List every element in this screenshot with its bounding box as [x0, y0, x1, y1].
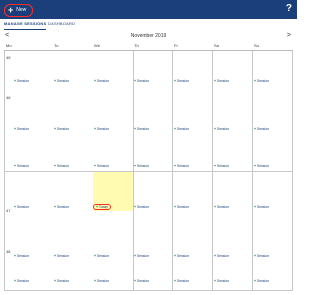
month-title: November 2019 [130, 33, 167, 39]
add-session-link[interactable]: + Session [134, 279, 149, 283]
add-session-link[interactable]: + Session [14, 164, 29, 168]
weekday-label: Mo [6, 43, 12, 48]
grid-line [4, 171, 293, 172]
add-session-link[interactable]: + Session [14, 79, 29, 83]
new-button[interactable]: + New [4, 4, 34, 17]
add-session-link[interactable]: + Session [94, 254, 109, 258]
add-session-link[interactable]: + Session [254, 205, 269, 209]
add-session-link[interactable]: + Session [134, 205, 149, 209]
add-session-link[interactable]: + Session [254, 127, 269, 131]
weekday-label: Su [254, 43, 259, 48]
add-session-link[interactable]: + Session [174, 79, 189, 83]
add-session-link[interactable]: + Session [54, 254, 69, 258]
week-number: 48 [6, 249, 11, 254]
add-session-link[interactable]: + Session [254, 79, 269, 83]
add-session-link[interactable]: + Session [94, 127, 109, 131]
plus-icon: + [8, 5, 14, 15]
grid-line [4, 290, 293, 291]
tab-bar: MANAGE SESSIONS DASHBOARD [0, 19, 297, 30]
today-session-link[interactable]: + Today [93, 204, 111, 210]
add-session-link[interactable]: + Session [254, 279, 269, 283]
add-session-link[interactable]: + Session [134, 79, 149, 83]
weekday-label: We [94, 43, 100, 48]
add-session-link[interactable]: + Session [94, 79, 109, 83]
weekday-label: Tu [54, 43, 59, 48]
add-session-link[interactable]: + Session [54, 79, 69, 83]
add-session-link[interactable]: + Session [254, 254, 269, 258]
add-session-link[interactable]: + Session [54, 164, 69, 168]
add-session-link[interactable]: + Session [134, 164, 149, 168]
weekday-label: Th [134, 43, 139, 48]
new-button-label: New [16, 7, 27, 13]
add-session-link[interactable]: + Session [134, 127, 149, 131]
add-session-link[interactable]: + Session [94, 279, 109, 283]
add-session-link[interactable]: + Session [254, 164, 269, 168]
month-navigation: < November 2019 > [0, 31, 297, 41]
calendar-grid: 45 46 47 48 + Session + Session + Sessio… [4, 50, 293, 291]
add-session-link[interactable]: + Session [214, 279, 229, 283]
top-bar: + New ? [0, 0, 297, 19]
add-session-link[interactable]: + Session [214, 254, 229, 258]
add-session-link[interactable]: + Session [14, 127, 29, 131]
add-session-link[interactable]: + Session [214, 79, 229, 83]
add-session-link[interactable]: + Session [174, 254, 189, 258]
add-session-link[interactable]: + Session [214, 127, 229, 131]
add-session-link[interactable]: + Session [174, 164, 189, 168]
add-session-link[interactable]: + Session [14, 254, 29, 258]
add-session-link[interactable]: + Session [54, 279, 69, 283]
add-session-link[interactable]: + Session [174, 205, 189, 209]
weekday-label: Sa [214, 43, 219, 48]
add-session-link[interactable]: + Session [14, 205, 29, 209]
add-session-link[interactable]: + Session [134, 254, 149, 258]
next-month-button[interactable]: > [287, 31, 291, 41]
tab-dashboard[interactable]: DASHBOARD [48, 19, 75, 29]
add-session-link[interactable]: + Session [54, 127, 69, 131]
tab-manage-sessions[interactable]: MANAGE SESSIONS [4, 19, 47, 30]
help-button[interactable]: ? [286, 3, 292, 14]
week-number: 47 [6, 208, 11, 213]
add-session-link[interactable]: + Session [54, 205, 69, 209]
week-number: 45 [6, 55, 11, 60]
add-session-link[interactable]: + Session [174, 127, 189, 131]
add-session-link[interactable]: + Session [174, 279, 189, 283]
add-session-link[interactable]: + Session [214, 205, 229, 209]
add-session-link[interactable]: + Session [94, 164, 109, 168]
week-number: 46 [6, 95, 11, 100]
weekday-label: Fr [174, 43, 178, 48]
add-session-link[interactable]: + Session [14, 279, 29, 283]
add-session-link[interactable]: + Session [214, 164, 229, 168]
